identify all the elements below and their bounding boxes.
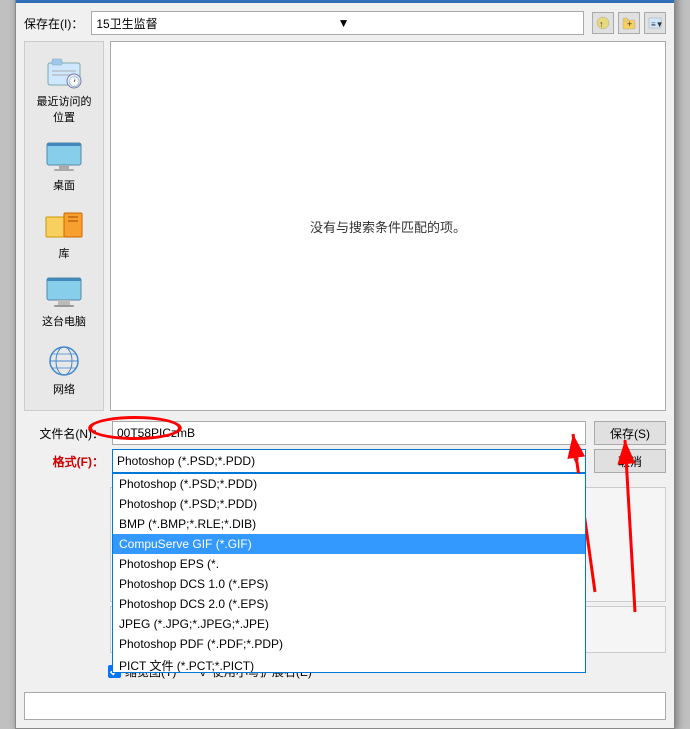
create-folder-button[interactable]: +	[618, 12, 640, 34]
svg-text:+: +	[627, 19, 632, 29]
location-label: 保存在(I)：	[24, 15, 83, 32]
format-option-4[interactable]: Photoshop EPS (*.	[113, 554, 585, 574]
filename-input[interactable]	[112, 421, 586, 445]
computer-icon	[44, 275, 84, 311]
format-dropdown[interactable]: Photoshop (*.PSD;*.PDD) ▼	[112, 449, 586, 473]
svg-text:🕐: 🕐	[68, 75, 80, 88]
format-option-9[interactable]: PICT 文件 (*.PCT;*.PICT)	[113, 654, 585, 673]
save-button[interactable]: 保存(S)	[594, 421, 666, 445]
format-option-0[interactable]: Photoshop (*.PSD;*.PDD)	[113, 474, 585, 494]
views-icon: ≡▼	[648, 16, 662, 30]
format-option-2[interactable]: BMP (*.BMP;*.RLE;*.DIB)	[113, 514, 585, 534]
format-option-5[interactable]: Photoshop DCS 1.0 (*.EPS)	[113, 574, 585, 594]
sidebar-recent-label: 最近访问的位置	[33, 93, 95, 125]
location-value: 15卫生监督	[96, 15, 337, 32]
form-area: 文件名(N)： 保存(S) 格式(F)： Photoshop (*.PSD;*.…	[24, 417, 666, 477]
sidebar-item-library[interactable]: 库	[28, 202, 100, 266]
format-dropdown-arrow: ▼	[571, 456, 581, 467]
format-row: 格式(F)： Photoshop (*.PSD;*.PDD) ▼ Photosh…	[24, 449, 666, 473]
location-dropdown[interactable]: 15卫生监督 ▼	[91, 11, 584, 35]
sidebar-network-label: 网络	[53, 381, 75, 397]
library-icon	[44, 207, 84, 243]
sidebar-item-computer[interactable]: 这台电脑	[28, 270, 100, 334]
sidebar-library-label: 库	[59, 245, 70, 261]
format-dropdown-wrapper: Photoshop (*.PSD;*.PDD) ▼ Photoshop (*.P…	[112, 449, 586, 473]
dialog-body: 保存在(I)： 15卫生监督 ▼ ↑	[16, 3, 674, 728]
format-option-7[interactable]: JPEG (*.JPG;*.JPEG;*.JPE)	[113, 614, 585, 634]
format-option-3[interactable]: CompuServe GIF (*.GIF)	[113, 534, 585, 554]
location-bar: 保存在(I)： 15卫生监督 ▼ ↑	[24, 11, 666, 35]
sidebar-item-desktop[interactable]: 桌面	[28, 134, 100, 198]
svg-text:↑: ↑	[599, 19, 604, 29]
format-dropdown-list[interactable]: Photoshop (*.PSD;*.PDD)Photoshop (*.PSD;…	[112, 473, 586, 673]
desktop-icon	[44, 139, 84, 175]
sidebar-item-network[interactable]: 网络	[28, 338, 100, 402]
recent-icon: 🕐	[44, 55, 84, 91]
filename-row: 文件名(N)： 保存(S)	[24, 421, 666, 445]
format-label: 格式(F)：	[24, 453, 104, 470]
network-icon	[44, 343, 84, 379]
location-dropdown-arrow: ▼	[338, 16, 579, 30]
bottom-text-area[interactable]	[24, 692, 666, 720]
format-option-8[interactable]: Photoshop PDF (*.PDF;*.PDP)	[113, 634, 585, 654]
sidebar-computer-label: 这台电脑	[42, 313, 86, 329]
filename-label: 文件名(N)：	[24, 425, 104, 442]
sidebar-desktop-label: 桌面	[53, 177, 75, 193]
sidebar-item-recent[interactable]: 🕐 最近访问的位置	[28, 50, 100, 130]
svg-text:≡▼: ≡▼	[651, 20, 662, 29]
cancel-button[interactable]: 取消	[594, 449, 666, 473]
new-folder-icon: +	[622, 16, 636, 30]
format-option-6[interactable]: Photoshop DCS 2.0 (*.EPS)	[113, 594, 585, 614]
main-area: 🕐 最近访问的位置 桌面	[24, 41, 666, 411]
sidebar: 🕐 最近访问的位置 桌面	[24, 41, 104, 411]
file-list-area: 没有与搜索条件匹配的项。	[110, 41, 666, 411]
empty-message: 没有与搜索条件匹配的项。	[310, 217, 466, 236]
format-current-value: Photoshop (*.PSD;*.PDD)	[117, 454, 255, 468]
views-button[interactable]: ≡▼	[644, 12, 666, 34]
save-as-dialog: Ps 保存为 ✕ 保存在(I)： 15卫生监督 ▼	[15, 0, 675, 729]
back-button[interactable]: ↑	[592, 12, 614, 34]
back-icon: ↑	[596, 16, 610, 30]
format-option-1[interactable]: Photoshop (*.PSD;*.PDD)	[113, 494, 585, 514]
location-icons: ↑ + ≡▼	[592, 12, 666, 34]
